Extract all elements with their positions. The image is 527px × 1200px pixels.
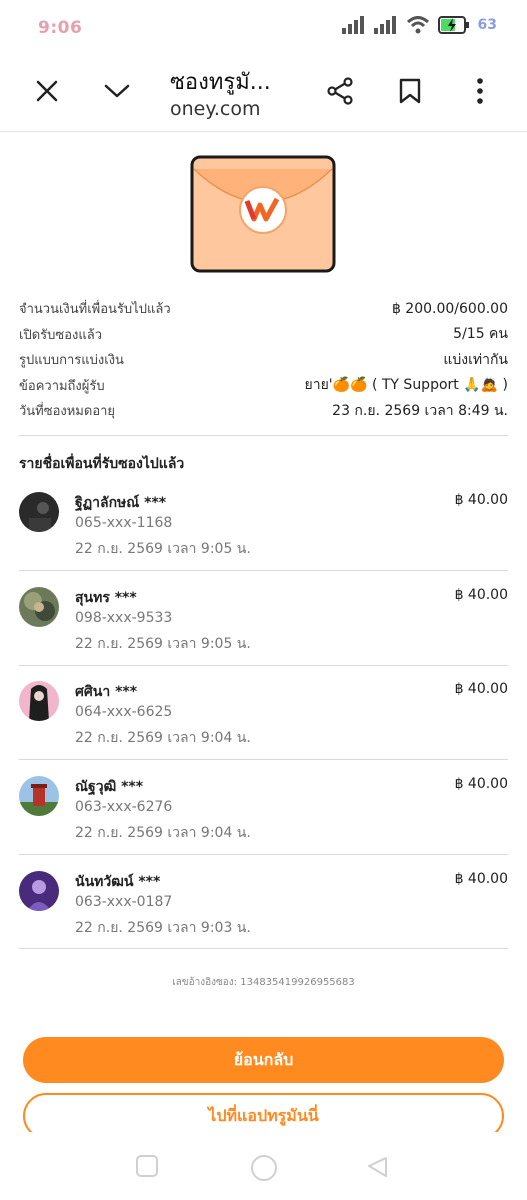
friend-amount: ฿ 40.00 bbox=[454, 492, 508, 508]
page-url: oney.com bbox=[170, 98, 261, 120]
friend-amount: ฿ 40.00 bbox=[454, 681, 508, 697]
divider bbox=[19, 435, 508, 436]
signal-icon bbox=[373, 16, 396, 34]
info-row-opened-count: เปิดรับซองแล้ว 5/15 คน bbox=[19, 322, 508, 348]
friend-amount: ฿ 40.00 bbox=[454, 776, 508, 792]
envelope-reference: เลขอ้างอิงซอง: 134835419926955683 bbox=[172, 977, 355, 988]
friend-phone: 098-xxx-9533 bbox=[75, 610, 173, 626]
info-value: 23 ก.ย. 2569 เวลา 8:49 น. bbox=[332, 402, 508, 419]
close-icon bbox=[36, 80, 58, 102]
share-icon bbox=[327, 77, 353, 105]
avatar bbox=[19, 776, 59, 816]
list-item: ณัฐวุฒิ *** 063-xxx-6276 22 ก.ย. 2569 เว… bbox=[19, 776, 508, 871]
chevron-down-icon bbox=[104, 84, 130, 98]
friend-name: ฐิฏาลักษณ์ *** bbox=[75, 495, 167, 511]
more-vert-icon bbox=[477, 78, 483, 104]
friend-phone: 063-xxx-6276 bbox=[75, 799, 173, 815]
browser-toolbar: ซองทรูมั... oney.com bbox=[0, 58, 527, 132]
info-row-expiry: วันที่ซองหมดอายุ 23 ก.ย. 2569 เวลา 8:49 … bbox=[19, 398, 508, 424]
share-button[interactable] bbox=[320, 71, 360, 111]
system-nav-bar bbox=[0, 1132, 527, 1200]
back-button[interactable]: ย้อนกลับ bbox=[23, 1037, 504, 1083]
info-label: ข้อความถึงผู้รับ bbox=[19, 378, 105, 394]
info-value: ฿ 200.00/600.00 bbox=[391, 300, 508, 317]
nav-square-icon[interactable] bbox=[135, 1154, 159, 1178]
friend-amount: ฿ 40.00 bbox=[454, 871, 508, 887]
divider bbox=[19, 665, 508, 666]
envelope-info: จำนวนเงินที่เพื่อนรับไปแล้ว ฿ 200.00/600… bbox=[19, 296, 508, 424]
info-row-message: ข้อความถึงผู้รับ ยาย'🍊🍊 ( TY Support 🙏🙇 … bbox=[19, 373, 508, 399]
divider bbox=[19, 570, 508, 571]
nav-circle-icon[interactable] bbox=[250, 1154, 278, 1182]
avatar bbox=[19, 871, 59, 911]
page-title: ซองทรูมั... bbox=[170, 70, 271, 95]
close-button[interactable] bbox=[27, 71, 67, 111]
status-time: 9:06 bbox=[38, 18, 83, 38]
wifi-icon bbox=[406, 16, 429, 34]
list-item: ศศินา *** 064-xxx-6625 22 ก.ย. 2569 เวลา… bbox=[19, 681, 508, 776]
info-label: รูปแบบการแบ่งเงิน bbox=[19, 353, 124, 369]
signal-icon bbox=[341, 16, 364, 34]
list-item: สุนทร *** 098-xxx-9533 22 ก.ย. 2569 เวลา… bbox=[19, 587, 508, 682]
info-label: จำนวนเงินที่เพื่อนรับไปแล้ว bbox=[19, 302, 171, 318]
friend-phone: 065-xxx-1168 bbox=[75, 515, 173, 531]
avatar bbox=[19, 587, 59, 627]
friend-name: สุนทร *** bbox=[75, 590, 137, 606]
friend-amount: ฿ 40.00 bbox=[454, 587, 508, 603]
list-item: ฐิฏาลักษณ์ *** 065-xxx-1168 22 ก.ย. 2569… bbox=[19, 492, 508, 587]
info-label: วันที่ซองหมดอายุ bbox=[19, 404, 116, 420]
collapse-button[interactable] bbox=[97, 71, 137, 111]
divider bbox=[19, 854, 508, 855]
bookmark-icon bbox=[399, 78, 421, 104]
friend-date: 22 ก.ย. 2569 เวลา 9:03 น. bbox=[75, 920, 251, 936]
status-bar: 9:06 63 bbox=[0, 0, 527, 58]
info-label: เปิดรับซองแล้ว bbox=[19, 327, 102, 343]
friend-name: นันทวัฒน์ *** bbox=[75, 874, 161, 890]
friend-name: ศศินา *** bbox=[75, 684, 138, 700]
friend-date: 22 ก.ย. 2569 เวลา 9:05 น. bbox=[75, 541, 251, 557]
info-value: 5/15 คน bbox=[453, 326, 508, 343]
info-value: ยาย'🍊🍊 ( TY Support 🙏🙇 ) bbox=[304, 377, 508, 394]
battery-icon bbox=[437, 16, 469, 34]
avatar bbox=[19, 492, 59, 532]
friend-phone: 063-xxx-0187 bbox=[75, 894, 173, 910]
bookmark-button[interactable] bbox=[390, 71, 430, 111]
friend-date: 22 ก.ย. 2569 เวลา 9:05 น. bbox=[75, 636, 251, 652]
divider bbox=[19, 759, 508, 760]
more-button[interactable] bbox=[460, 71, 500, 111]
friend-name: ณัฐวุฒิ *** bbox=[75, 779, 144, 795]
nav-back-icon[interactable] bbox=[366, 1154, 390, 1178]
friend-date: 22 ก.ย. 2569 เวลา 9:04 น. bbox=[75, 825, 251, 841]
status-icons: 63 bbox=[341, 16, 497, 34]
friend-phone: 064-xxx-6625 bbox=[75, 704, 173, 720]
list-item: นันทวัฒน์ *** 063-xxx-0187 22 ก.ย. 2569 … bbox=[19, 871, 508, 966]
envelope-illustration bbox=[190, 155, 336, 273]
info-row-received-amount: จำนวนเงินที่เพื่อนรับไปแล้ว ฿ 200.00/600… bbox=[19, 296, 508, 322]
friends-section-title: รายชื่อเพื่อนที่รับซองไปแล้ว bbox=[19, 456, 185, 472]
battery-percent: 63 bbox=[477, 17, 497, 33]
info-row-split-type: รูปแบบการแบ่งเงิน แบ่งเท่ากัน bbox=[19, 347, 508, 373]
divider bbox=[19, 948, 508, 949]
friend-date: 22 ก.ย. 2569 เวลา 9:04 น. bbox=[75, 730, 251, 746]
avatar bbox=[19, 681, 59, 721]
info-value: แบ่งเท่ากัน bbox=[443, 351, 508, 368]
